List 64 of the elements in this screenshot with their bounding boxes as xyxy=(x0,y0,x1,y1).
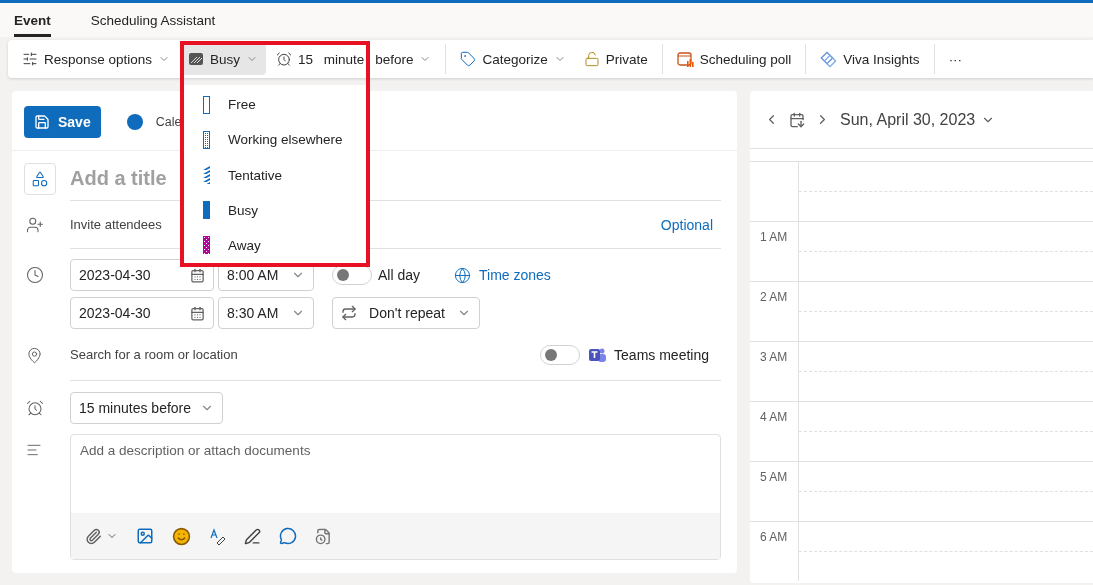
shapes-icon[interactable] xyxy=(24,163,56,195)
optional-link[interactable]: Optional xyxy=(660,216,713,233)
calendar-today-icon[interactable] xyxy=(789,111,805,128)
attendees-field[interactable]: Invite attendees xyxy=(70,217,162,232)
padlock-icon xyxy=(583,51,600,67)
all-day-toggle[interactable] xyxy=(332,265,372,285)
status-icon xyxy=(188,52,205,66)
smiley-icon[interactable] xyxy=(172,526,191,546)
globe-icon xyxy=(454,266,472,284)
teams-meeting-label: Teams meeting xyxy=(614,346,709,363)
tab[interactable]: Scheduling Assistant xyxy=(90,13,216,37)
more-button[interactable]: ··· xyxy=(940,43,971,75)
document-clock-icon[interactable] xyxy=(315,527,332,545)
time-zones-link[interactable]: Time zones xyxy=(479,267,551,283)
start-date-field[interactable]: 2023-04-30 xyxy=(70,259,214,291)
end-time-field[interactable]: 8:30 AM xyxy=(218,297,314,329)
description-field[interactable]: Add a description or attach documents xyxy=(70,434,721,560)
hour-label: 3 AM xyxy=(750,342,799,401)
pen-icon[interactable] xyxy=(244,527,261,545)
chat-bubble-icon[interactable] xyxy=(279,527,297,545)
all-day-label: All day xyxy=(378,267,421,283)
hour-label: 2 AM xyxy=(750,282,799,341)
hour-label: 6 AM xyxy=(750,522,799,581)
menu-item[interactable]: Working elsewhere xyxy=(184,122,366,158)
alarm-clock-icon xyxy=(26,399,44,417)
viva-button[interactable]: Viva Insights xyxy=(812,43,928,75)
location-pin-icon xyxy=(26,346,43,364)
response-button[interactable]: Response options xyxy=(14,43,179,75)
tab[interactable]: Event xyxy=(14,13,51,37)
menu-item[interactable]: Busy xyxy=(184,192,366,228)
location-field[interactable]: Search for a room or location xyxy=(70,347,238,362)
sliders-icon xyxy=(22,51,38,67)
calendar-icon xyxy=(190,267,205,283)
text-format-icon[interactable] xyxy=(209,527,226,545)
calendar-dot xyxy=(126,113,143,130)
menu-item[interactable]: Tentative xyxy=(184,157,366,193)
image-icon[interactable] xyxy=(136,527,154,545)
notes-icon xyxy=(26,442,42,458)
private-button[interactable]: Private xyxy=(575,43,656,75)
paperclip-icon[interactable] xyxy=(85,527,102,545)
reminder-button[interactable]: 15 minute before xyxy=(268,43,440,75)
repeat-dropdown[interactable]: Don't repeat xyxy=(332,297,480,329)
hour-label: 4 AM xyxy=(750,402,799,461)
clock-icon xyxy=(26,266,44,284)
calendar-icon xyxy=(190,305,205,321)
end-date-field[interactable]: 2023-04-30 xyxy=(70,297,214,329)
poll-button[interactable]: Scheduling poll xyxy=(668,43,800,75)
teams-toggle[interactable] xyxy=(540,344,581,365)
save-icon xyxy=(34,113,50,130)
hour-label: 5 AM xyxy=(750,462,799,521)
categorize-button[interactable]: Categorize xyxy=(452,43,574,75)
add-people-icon xyxy=(26,216,44,234)
calendar-chart-icon xyxy=(676,50,694,68)
alarm-clock-icon xyxy=(276,51,293,67)
save-button[interactable]: Save xyxy=(24,105,101,138)
teams-logo-icon xyxy=(588,346,607,363)
tag-icon xyxy=(460,51,477,67)
menu-item[interactable]: Free xyxy=(184,87,366,123)
reminder-dropdown[interactable]: 15 minutes before xyxy=(70,392,223,424)
repeat-icon xyxy=(341,305,357,321)
hour-label: 1 AM xyxy=(750,222,799,281)
calendar-select[interactable]: Cale xyxy=(155,114,182,129)
description-placeholder: Add a description or attach documents xyxy=(79,442,312,460)
date-picker[interactable]: Sun, April 30, 2023 xyxy=(840,110,976,129)
